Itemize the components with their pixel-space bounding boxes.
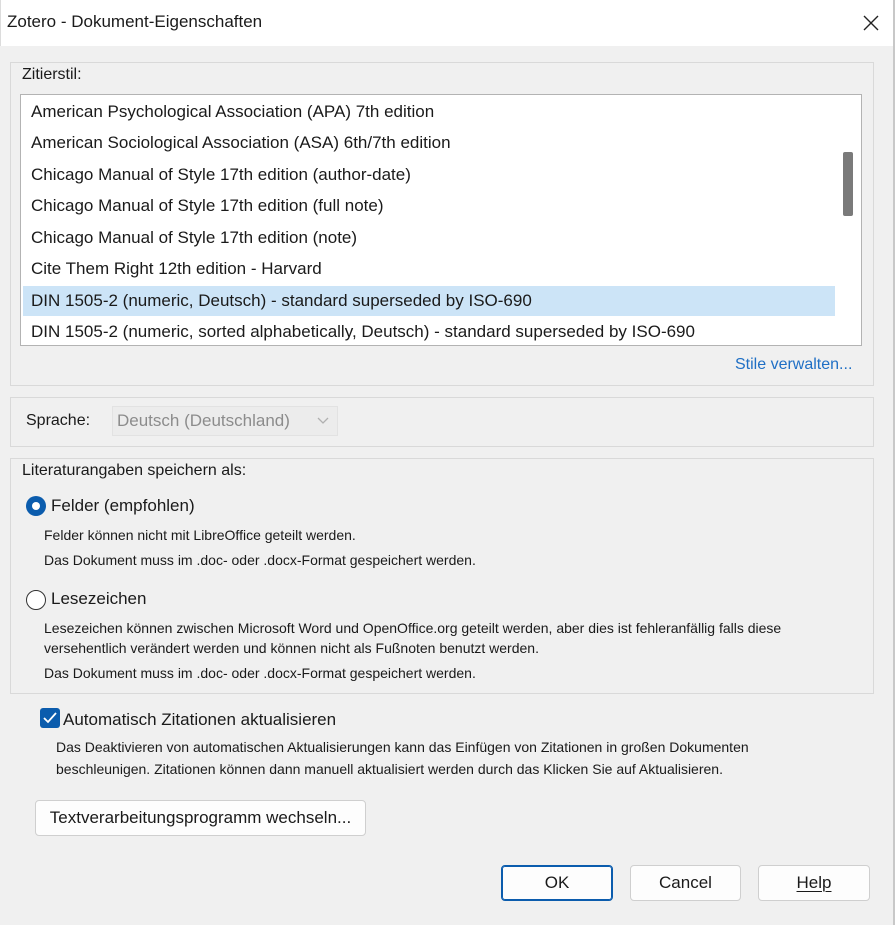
cancel-button[interactable]: Cancel — [630, 865, 741, 901]
citation-style-label: Zitierstil: — [22, 66, 82, 83]
close-icon — [863, 15, 879, 31]
fields-radio-label[interactable]: Felder (empfohlen) — [51, 496, 195, 516]
scrollbar-thumb[interactable] — [843, 152, 853, 216]
checkmark-icon — [43, 712, 57, 724]
language-select[interactable]: Deutsch (Deutschland) — [112, 406, 338, 436]
title-bar: Zotero - Dokument-Eigenschaften — [0, 0, 895, 46]
style-list-scrollbar[interactable] — [835, 95, 861, 345]
citation-style-list[interactable]: American Psychological Association (APA)… — [20, 94, 862, 346]
style-list-item[interactable]: Chicago Manual of Style 17th edition (au… — [23, 160, 835, 190]
style-list-item[interactable]: Cite Them Right 12th edition - Harvard — [23, 254, 835, 284]
help-button[interactable]: Help — [758, 865, 870, 901]
fields-radio[interactable] — [26, 496, 46, 516]
close-button[interactable] — [852, 4, 890, 42]
storage-label: Literaturangaben speichern als: — [22, 462, 247, 479]
bookmarks-note: Lesezeichen können zwischen Microsoft Wo… — [44, 620, 782, 636]
switch-word-processor-button[interactable]: Textverarbeitungsprogramm wechseln... — [35, 800, 366, 836]
bookmarks-format-note: Das Dokument muss im .doc- oder .docx-Fo… — [44, 665, 476, 681]
chevron-down-icon — [317, 417, 329, 424]
style-list-item-selected[interactable]: DIN 1505-2 (numeric, Deutsch) - standard… — [23, 286, 835, 316]
language-label: Sprache: — [26, 412, 91, 429]
fields-format-note: Das Dokument muss im .doc- oder .docx-Fo… — [44, 552, 476, 568]
style-list-item[interactable]: American Sociological Association (ASA) … — [23, 128, 835, 158]
bookmarks-note-cont: versehentlich verändert werden und könne… — [44, 640, 539, 656]
auto-update-label[interactable]: Automatisch Zitationen aktualisieren — [63, 710, 336, 730]
style-list-item[interactable]: American Psychological Association (APA)… — [23, 97, 835, 127]
style-list-item[interactable]: Chicago Manual of Style 17th edition (no… — [23, 223, 835, 253]
fields-note: Felder können nicht mit LibreOffice gete… — [44, 527, 356, 543]
language-value: Deutsch (Deutschland) — [117, 411, 290, 430]
bookmarks-radio[interactable] — [26, 590, 46, 610]
auto-update-note-cont: beschleunigen. Zitationen können dann ma… — [56, 761, 723, 777]
auto-update-checkbox[interactable] — [40, 708, 60, 728]
style-list-item[interactable]: Chicago Manual of Style 17th edition (fu… — [23, 191, 835, 221]
storage-group — [10, 458, 874, 694]
bookmarks-radio-label[interactable]: Lesezeichen — [51, 589, 146, 609]
ok-button[interactable]: OK — [501, 865, 613, 901]
manage-styles-link[interactable]: Stile verwalten... — [735, 356, 852, 374]
window-title: Zotero - Dokument-Eigenschaften — [7, 12, 263, 31]
style-list-item[interactable]: DIN 1505-2 (numeric, sorted alphabetical… — [23, 317, 835, 345]
auto-update-note: Das Deaktivieren von automatischen Aktua… — [56, 739, 749, 755]
